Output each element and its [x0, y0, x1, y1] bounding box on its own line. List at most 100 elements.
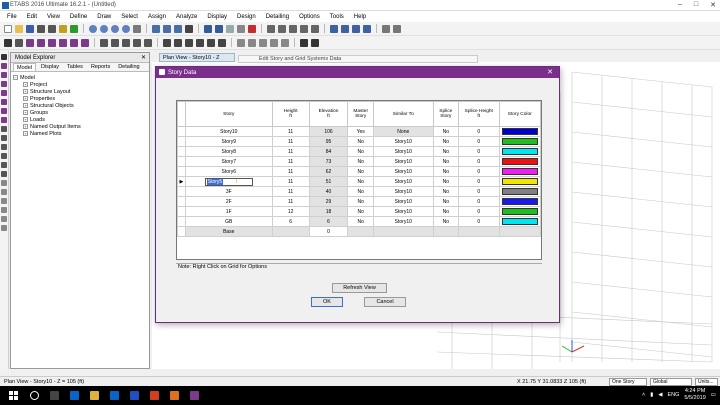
- lock-icon[interactable]: [59, 24, 67, 33]
- assign-spandrel-icon[interactable]: [218, 38, 226, 47]
- close-icon[interactable]: ✕: [710, 1, 716, 9]
- menu-detailing[interactable]: Detailing: [261, 14, 294, 20]
- table-row[interactable]: Story9 11 95 No Story10 No 0: [177, 136, 542, 147]
- design-icon[interactable]: [382, 24, 390, 33]
- grid-icon[interactable]: [267, 24, 275, 33]
- menu-select[interactable]: Select: [116, 14, 143, 20]
- show-tables-icon[interactable]: [363, 24, 371, 33]
- assign-pier-icon[interactable]: [207, 38, 215, 47]
- side-snap-end-icon[interactable]: [1, 189, 7, 195]
- tab-plan-view[interactable]: Plan View - Story10 - Z: [159, 53, 235, 62]
- side-draw-beam-icon[interactable]: [1, 90, 7, 96]
- cell-splice-height[interactable]: 0: [457, 196, 500, 207]
- draw-dimension-icon[interactable]: [144, 38, 152, 47]
- new-model-icon[interactable]: [4, 24, 12, 33]
- draw-column-icon[interactable]: [48, 38, 56, 47]
- language-indicator[interactable]: ENG: [667, 392, 679, 398]
- cell-height[interactable]: 11: [271, 156, 310, 167]
- row-selector[interactable]: [177, 146, 186, 157]
- side-draw-brace-icon[interactable]: [1, 99, 7, 105]
- snap-points-icon[interactable]: [237, 38, 245, 47]
- cell-story[interactable]: GB: [184, 216, 273, 227]
- cell-height[interactable]: 11: [271, 136, 310, 147]
- tree-item-model[interactable]: − Model: [13, 74, 147, 81]
- side-snap-icon[interactable]: [1, 180, 7, 186]
- draw-brace-icon[interactable]: [59, 38, 67, 47]
- cell-splice-story[interactable]: No: [432, 206, 459, 217]
- expand-icon[interactable]: +: [23, 131, 28, 136]
- task-view-icon[interactable]: [50, 391, 59, 400]
- cell-height[interactable]: 11: [271, 126, 310, 137]
- menu-analyze[interactable]: Analyze: [171, 14, 202, 20]
- zoom-in-icon[interactable]: [89, 24, 97, 33]
- tab-reports[interactable]: Reports: [88, 63, 113, 71]
- table-row[interactable]: Story8 11 84 No Story10 No 0: [177, 146, 542, 157]
- detailing-icon[interactable]: [393, 24, 401, 33]
- cell-master-story[interactable]: No: [347, 186, 374, 197]
- side-draw-grid-icon[interactable]: [1, 144, 7, 150]
- cell-master-story[interactable]: Yes: [347, 126, 374, 137]
- menu-file[interactable]: File: [2, 14, 22, 20]
- side-draw-section-icon[interactable]: [1, 153, 7, 159]
- row-selector[interactable]: [177, 206, 186, 217]
- cell-splice-height[interactable]: 0: [457, 136, 500, 147]
- maximize-icon[interactable]: □: [694, 1, 698, 9]
- volume-icon[interactable]: ◀: [658, 392, 662, 398]
- move-down-icon[interactable]: [215, 24, 223, 33]
- close-icon[interactable]: ✕: [547, 68, 553, 76]
- snap-ends-icon[interactable]: [248, 38, 256, 47]
- save-icon[interactable]: [26, 24, 34, 33]
- cell-master-story[interactable]: No: [347, 166, 374, 177]
- cell-height[interactable]: 11: [271, 146, 310, 157]
- row-selector[interactable]: [177, 156, 186, 167]
- cell-story-color[interactable]: [498, 176, 542, 187]
- reshape-icon[interactable]: [15, 38, 23, 47]
- side-snap-line-icon[interactable]: [1, 216, 7, 222]
- table-row[interactable]: Story10 11 106 Yes None No 0: [177, 126, 542, 137]
- cell-splice-story[interactable]: No: [432, 176, 459, 187]
- expand-icon[interactable]: +: [23, 96, 28, 101]
- side-snap-mid-icon[interactable]: [1, 198, 7, 204]
- draw-link-icon[interactable]: [111, 38, 119, 47]
- draw-joint-icon[interactable]: [26, 38, 34, 47]
- tree-item-named-output-items[interactable]: + Named Output Items: [13, 123, 147, 130]
- cell-splice-story[interactable]: No: [432, 136, 459, 147]
- assign-load-icon[interactable]: [196, 38, 204, 47]
- ok-button[interactable]: OK: [311, 297, 343, 307]
- collapse-icon[interactable]: −: [13, 75, 18, 80]
- table-row[interactable]: 1F 12 18 No Story10 No 0: [177, 206, 542, 217]
- expand-icon[interactable]: +: [23, 124, 28, 129]
- cell-splice-height[interactable]: 0: [457, 176, 500, 187]
- undo-icon[interactable]: [37, 24, 45, 33]
- menu-options[interactable]: Options: [294, 14, 325, 20]
- pan-icon[interactable]: [133, 24, 141, 33]
- menu-assign[interactable]: Assign: [143, 14, 171, 20]
- tree-item-structural-objects[interactable]: + Structural Objects: [13, 102, 147, 109]
- tab-tables[interactable]: Tables: [64, 63, 86, 71]
- cell-splice-story[interactable]: No: [432, 196, 459, 207]
- expand-icon[interactable]: +: [23, 110, 28, 115]
- cell-similar-to[interactable]: Story10: [372, 176, 434, 187]
- cell-similar-to[interactable]: Story10: [372, 136, 434, 147]
- edge-browser-icon[interactable]: [70, 391, 79, 400]
- draw-opening-icon[interactable]: [100, 38, 108, 47]
- cell-splice-story[interactable]: No: [432, 166, 459, 177]
- cell-splice-height[interactable]: 0: [457, 126, 500, 137]
- row-selector[interactable]: [177, 196, 186, 207]
- perspective-icon[interactable]: [226, 24, 234, 33]
- cell-story-color[interactable]: [498, 156, 542, 167]
- assign-section-icon[interactable]: [185, 38, 193, 47]
- snap-perpendicular-icon[interactable]: [270, 38, 278, 47]
- windows-start-icon[interactable]: [9, 391, 18, 400]
- cell-master-story[interactable]: No: [347, 206, 374, 217]
- cell-similar-to[interactable]: None: [372, 126, 434, 137]
- show-deformed-icon[interactable]: [341, 24, 349, 33]
- cell-splice-height[interactable]: 0: [457, 166, 500, 177]
- cell-splice-story[interactable]: No: [432, 216, 459, 227]
- menu-view[interactable]: View: [42, 14, 65, 20]
- cell-splice-story[interactable]: No: [432, 186, 459, 197]
- store-icon[interactable]: [110, 391, 119, 400]
- cancel-button[interactable]: Cancel: [364, 297, 406, 307]
- menu-draw[interactable]: Draw: [92, 14, 116, 20]
- cell-master-story[interactable]: No: [347, 216, 374, 227]
